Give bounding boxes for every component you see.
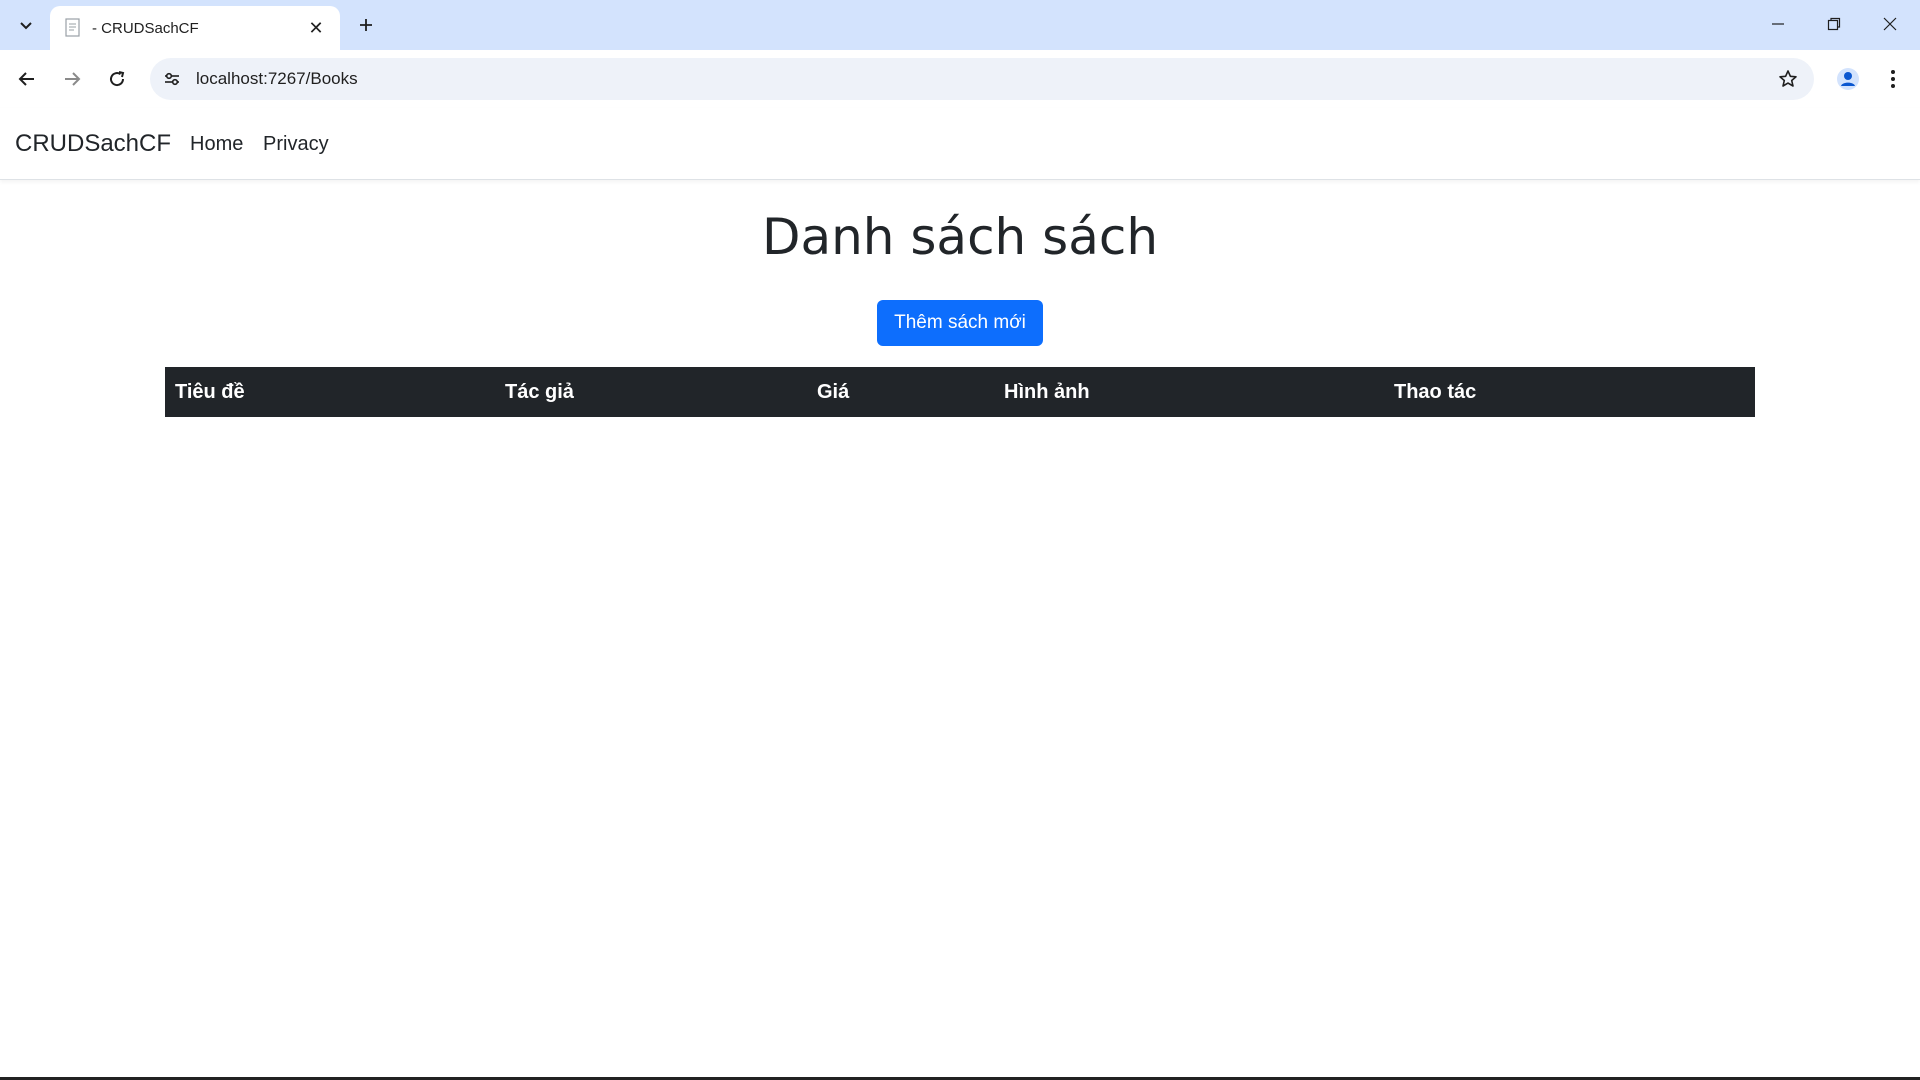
profile-icon	[1837, 68, 1859, 90]
window-close-button[interactable]	[1868, 8, 1912, 40]
tab-strip: - CRUDSachCF ✕	[0, 0, 1920, 50]
plus-icon	[360, 19, 372, 31]
restore-icon	[1827, 17, 1841, 31]
chevron-down-icon	[20, 22, 32, 30]
reload-button[interactable]	[100, 62, 134, 96]
forward-button[interactable]	[55, 62, 89, 96]
table-header-row: Tiêu đề Tác giả Giá Hình ảnh Thao tác	[165, 367, 1755, 417]
address-bar[interactable]: localhost:7267/Books	[150, 58, 1814, 100]
tab-search-button[interactable]	[10, 10, 42, 40]
navbar-brand[interactable]: CRUDSachCF	[15, 108, 171, 180]
url-text[interactable]: localhost:7267/Books	[196, 58, 358, 100]
bookmark-button[interactable]	[1776, 67, 1800, 91]
site-navbar: CRUDSachCF Home Privacy	[0, 108, 1920, 180]
nav-link-home[interactable]: Home	[190, 108, 243, 180]
more-icon	[1891, 70, 1895, 88]
column-header-actions: Thao tác	[1384, 367, 1755, 417]
favicon-icon	[65, 18, 80, 37]
back-icon	[18, 72, 34, 86]
column-header-price: Giá	[807, 367, 994, 417]
browser-toolbar: localhost:7267/Books	[0, 50, 1920, 108]
page-title: Danh sách sách	[761, 208, 1159, 266]
site-settings-icon[interactable]	[160, 67, 184, 91]
profile-button[interactable]	[1830, 61, 1866, 97]
nav-link-privacy[interactable]: Privacy	[263, 108, 329, 180]
column-header-title: Tiêu đề	[165, 367, 495, 417]
close-icon[interactable]: ✕	[304, 16, 328, 40]
window-close-icon	[1883, 17, 1897, 31]
minimize-button[interactable]	[1756, 8, 1800, 40]
column-header-author: Tác giả	[495, 367, 807, 417]
browser-tab[interactable]: - CRUDSachCF ✕	[50, 6, 340, 50]
new-tab-button[interactable]	[352, 11, 380, 39]
tab-title: - CRUDSachCF	[92, 19, 199, 37]
reload-icon	[110, 71, 125, 87]
books-table: Tiêu đề Tác giả Giá Hình ảnh Thao tác	[165, 367, 1755, 417]
forward-icon	[65, 72, 81, 86]
add-book-button[interactable]: Thêm sách mới	[877, 300, 1043, 346]
restore-button[interactable]	[1812, 8, 1856, 40]
back-button[interactable]	[10, 62, 44, 96]
page-content: CRUDSachCF Home Privacy Danh sách sách T…	[0, 108, 1920, 1077]
star-icon	[1779, 70, 1797, 87]
browser-menu-button[interactable]	[1876, 61, 1910, 97]
column-header-image: Hình ảnh	[994, 367, 1384, 417]
minimize-icon	[1772, 23, 1784, 25]
